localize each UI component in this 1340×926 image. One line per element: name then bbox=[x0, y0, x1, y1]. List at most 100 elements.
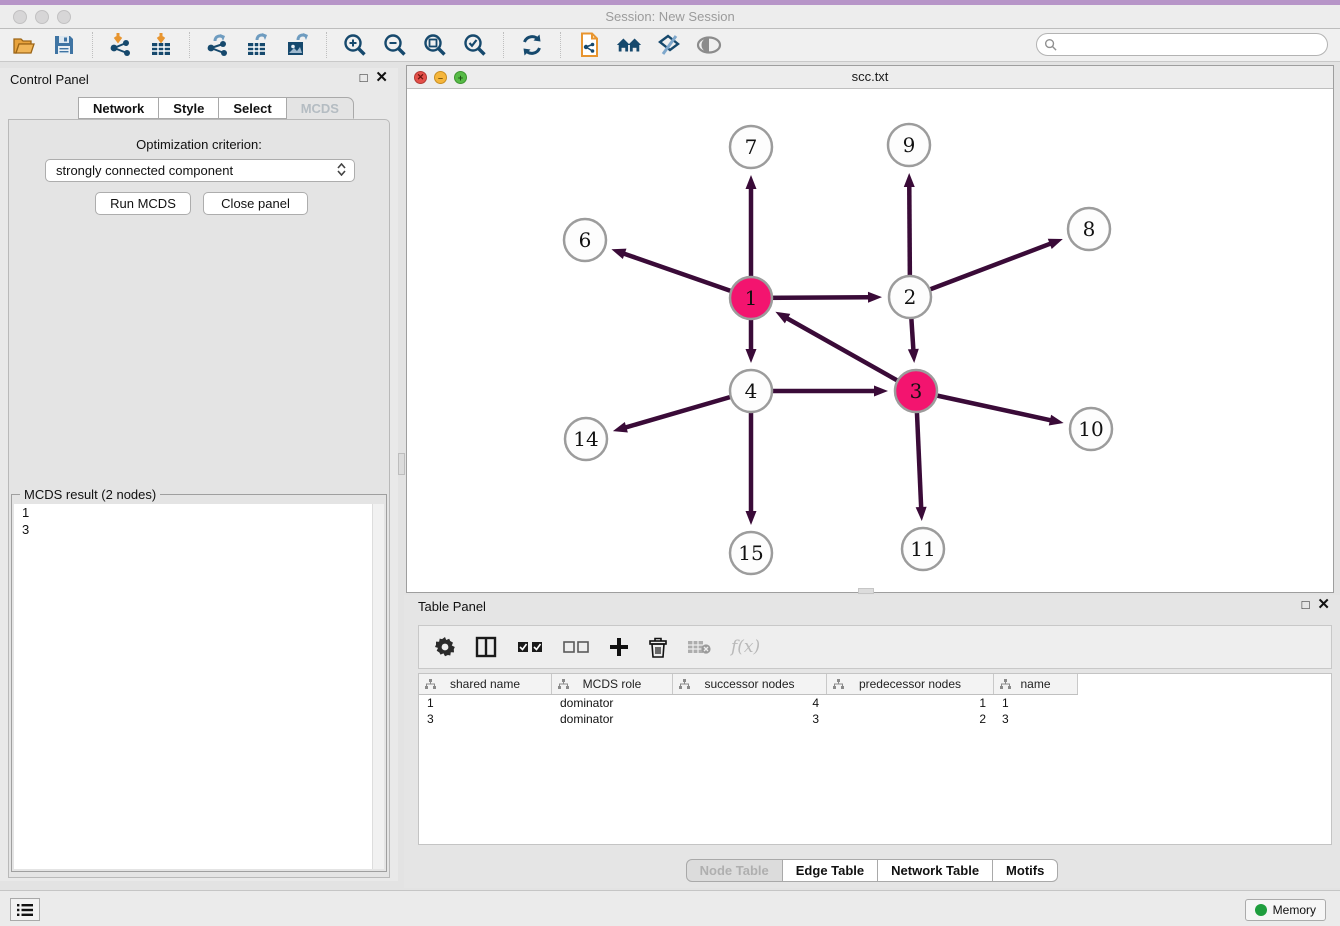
cell-predecessor-nodes[interactable]: 1 bbox=[827, 695, 994, 711]
node-label-1: 1 bbox=[745, 286, 758, 310]
first-neighbors-icon[interactable] bbox=[615, 31, 643, 59]
function-builder-icon[interactable]: f(x) bbox=[731, 637, 760, 657]
arrowhead-2-3 bbox=[908, 349, 919, 363]
import-table-icon[interactable] bbox=[147, 31, 175, 59]
new-network-file-icon[interactable] bbox=[575, 31, 603, 59]
column-header-name[interactable]: name bbox=[994, 674, 1078, 694]
network-close-icon[interactable]: ✕ bbox=[414, 71, 427, 84]
criterion-dropdown[interactable]: strongly connected component bbox=[45, 159, 355, 182]
toggle-labels-icon[interactable] bbox=[655, 31, 683, 59]
delete-column-icon[interactable] bbox=[649, 637, 667, 658]
mac-minimize-icon[interactable] bbox=[35, 10, 49, 24]
mac-zoom-icon[interactable] bbox=[57, 10, 71, 24]
memory-status-icon bbox=[1255, 904, 1267, 916]
cell-mcds-role[interactable]: dominator bbox=[552, 711, 673, 727]
zoom-fit-icon[interactable] bbox=[421, 31, 449, 59]
float-panel-icon[interactable]: □ bbox=[360, 71, 368, 85]
mcds-result-title: MCDS result (2 nodes) bbox=[20, 487, 160, 502]
import-network-icon[interactable] bbox=[107, 31, 135, 59]
column-header-successor-nodes[interactable]: successor nodes bbox=[673, 674, 827, 694]
table-row[interactable]: 3dominator323 bbox=[419, 711, 1331, 727]
zoom-in-icon[interactable] bbox=[341, 31, 369, 59]
add-column-icon[interactable] bbox=[609, 637, 629, 657]
edge-2-8[interactable] bbox=[910, 243, 1052, 297]
column-header-shared-name[interactable]: shared name bbox=[419, 674, 552, 694]
select-all-icon[interactable] bbox=[517, 641, 543, 653]
close-panel-icon[interactable]: ✕ bbox=[1317, 598, 1330, 612]
mcds-result-list[interactable]: 13 bbox=[14, 504, 384, 869]
cell-mcds-role[interactable]: dominator bbox=[552, 695, 673, 711]
network-window-titlebar[interactable]: ✕ – + scc.txt bbox=[407, 66, 1333, 89]
vertical-splitter-handle[interactable] bbox=[398, 453, 405, 475]
result-line: 3 bbox=[14, 521, 384, 538]
tab-motifs[interactable]: Motifs bbox=[993, 859, 1058, 882]
float-panel-icon[interactable]: □ bbox=[1302, 598, 1310, 612]
task-history-button[interactable] bbox=[10, 898, 40, 921]
control-panel: Control Panel □ ✕ NetworkStyleSelectMCDS… bbox=[0, 68, 398, 881]
edge-3-1[interactable] bbox=[786, 318, 916, 391]
cell-name[interactable]: 1 bbox=[994, 695, 1078, 711]
tab-network-table[interactable]: Network Table bbox=[878, 859, 993, 882]
cell-name[interactable]: 3 bbox=[994, 711, 1078, 727]
memory-button[interactable]: Memory bbox=[1245, 899, 1326, 921]
node-label-7: 7 bbox=[745, 135, 758, 159]
arrowhead-1-7 bbox=[746, 175, 757, 189]
mac-close-icon[interactable] bbox=[13, 10, 27, 24]
tab-node-table[interactable]: Node Table bbox=[686, 859, 783, 882]
network-maximize-icon[interactable]: + bbox=[454, 71, 467, 84]
tab-edge-table[interactable]: Edge Table bbox=[783, 859, 878, 882]
horizontal-splitter-handle[interactable] bbox=[858, 588, 874, 594]
cell-successor-nodes[interactable]: 3 bbox=[673, 711, 827, 727]
arrowhead-1-4 bbox=[746, 349, 757, 363]
network-minimize-icon[interactable]: – bbox=[434, 71, 447, 84]
export-table-icon[interactable] bbox=[244, 31, 272, 59]
search-field[interactable] bbox=[1036, 33, 1328, 56]
open-file-icon[interactable] bbox=[10, 31, 38, 59]
network-view-window: ✕ – + scc.txt 7968124314101511 bbox=[406, 65, 1334, 593]
criterion-value: strongly connected component bbox=[56, 163, 233, 178]
arrowhead-3-11 bbox=[916, 507, 927, 521]
graphics-details-icon[interactable] bbox=[695, 31, 723, 59]
toolbar-separator bbox=[560, 32, 561, 58]
node-label-14: 14 bbox=[573, 427, 598, 451]
arrowhead-2-8 bbox=[1048, 239, 1063, 249]
table-row[interactable]: 1dominator411 bbox=[419, 695, 1331, 711]
cell-shared-name[interactable]: 3 bbox=[419, 711, 552, 727]
cell-predecessor-nodes[interactable]: 2 bbox=[827, 711, 994, 727]
arrowhead-4-15 bbox=[746, 511, 757, 525]
column-header-predecessor-nodes[interactable]: predecessor nodes bbox=[827, 674, 994, 694]
export-image-icon[interactable] bbox=[284, 31, 312, 59]
zoom-out-icon[interactable] bbox=[381, 31, 409, 59]
zoom-selected-icon[interactable] bbox=[461, 31, 489, 59]
run-mcds-button[interactable]: Run MCDS bbox=[95, 192, 191, 215]
table-toolbar: f(x) bbox=[418, 625, 1332, 669]
tab-mcds[interactable]: MCDS bbox=[287, 97, 354, 119]
save-session-icon[interactable] bbox=[50, 31, 78, 59]
arrowhead-3-10 bbox=[1049, 415, 1064, 426]
delete-table-icon[interactable] bbox=[687, 639, 711, 655]
node-label-11: 11 bbox=[910, 537, 935, 561]
deselect-all-icon[interactable] bbox=[563, 641, 589, 653]
export-network-icon[interactable] bbox=[204, 31, 232, 59]
split-columns-icon[interactable] bbox=[475, 636, 497, 658]
column-header-mcds-role[interactable]: MCDS role bbox=[552, 674, 673, 694]
node-label-10: 10 bbox=[1078, 417, 1103, 441]
tab-network[interactable]: Network bbox=[78, 97, 159, 119]
arrowhead-3-1 bbox=[775, 312, 790, 324]
cell-shared-name[interactable]: 1 bbox=[419, 695, 552, 711]
node-label-15: 15 bbox=[738, 541, 763, 565]
close-panel-icon[interactable]: ✕ bbox=[375, 71, 388, 85]
network-canvas[interactable]: 7968124314101511 bbox=[407, 89, 1333, 592]
search-input[interactable] bbox=[1061, 38, 1311, 52]
tab-style[interactable]: Style bbox=[159, 97, 219, 119]
result-scrollbar[interactable] bbox=[372, 504, 384, 869]
node-label-3: 3 bbox=[910, 379, 923, 403]
window-title: Session: New Session bbox=[0, 5, 1340, 28]
toolbar-separator bbox=[326, 32, 327, 58]
node-label-6: 6 bbox=[579, 228, 592, 252]
tab-select[interactable]: Select bbox=[219, 97, 286, 119]
gear-icon[interactable] bbox=[435, 637, 455, 657]
apply-layout-icon[interactable] bbox=[518, 31, 546, 59]
close-panel-button[interactable]: Close panel bbox=[203, 192, 308, 215]
cell-successor-nodes[interactable]: 4 bbox=[673, 695, 827, 711]
